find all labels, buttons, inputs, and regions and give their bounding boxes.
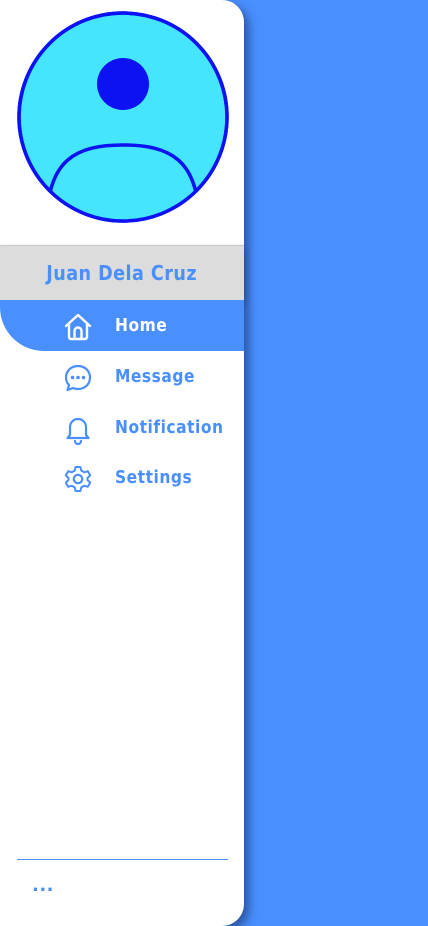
user-avatar-icon[interactable] <box>17 11 229 223</box>
home-icon <box>62 311 94 343</box>
bell-icon <box>62 413 94 445</box>
nav-item-notification[interactable]: Notification <box>0 408 244 448</box>
nav-item-home[interactable]: Home <box>0 306 244 346</box>
user-name-bar: Juan Dela Cruz <box>0 245 244 300</box>
navigation-drawer: Juan Dela Cruz Home Message Notification… <box>0 0 244 926</box>
nav-label-home: Home <box>115 315 168 336</box>
nav-label-notification: Notification <box>115 417 224 438</box>
app-screen: Juan Dela Cruz Home Message Notification… <box>0 0 428 926</box>
more-options-button[interactable]: ... <box>32 876 54 896</box>
nav-item-message[interactable]: Message <box>0 357 244 397</box>
gear-icon <box>62 463 94 495</box>
nav-label-message: Message <box>115 366 195 387</box>
user-name: Juan Dela Cruz <box>46 261 198 285</box>
nav-label-settings: Settings <box>115 467 193 488</box>
footer-divider <box>17 859 228 860</box>
chat-bubble-icon <box>62 362 94 394</box>
nav-item-settings[interactable]: Settings <box>0 458 244 498</box>
